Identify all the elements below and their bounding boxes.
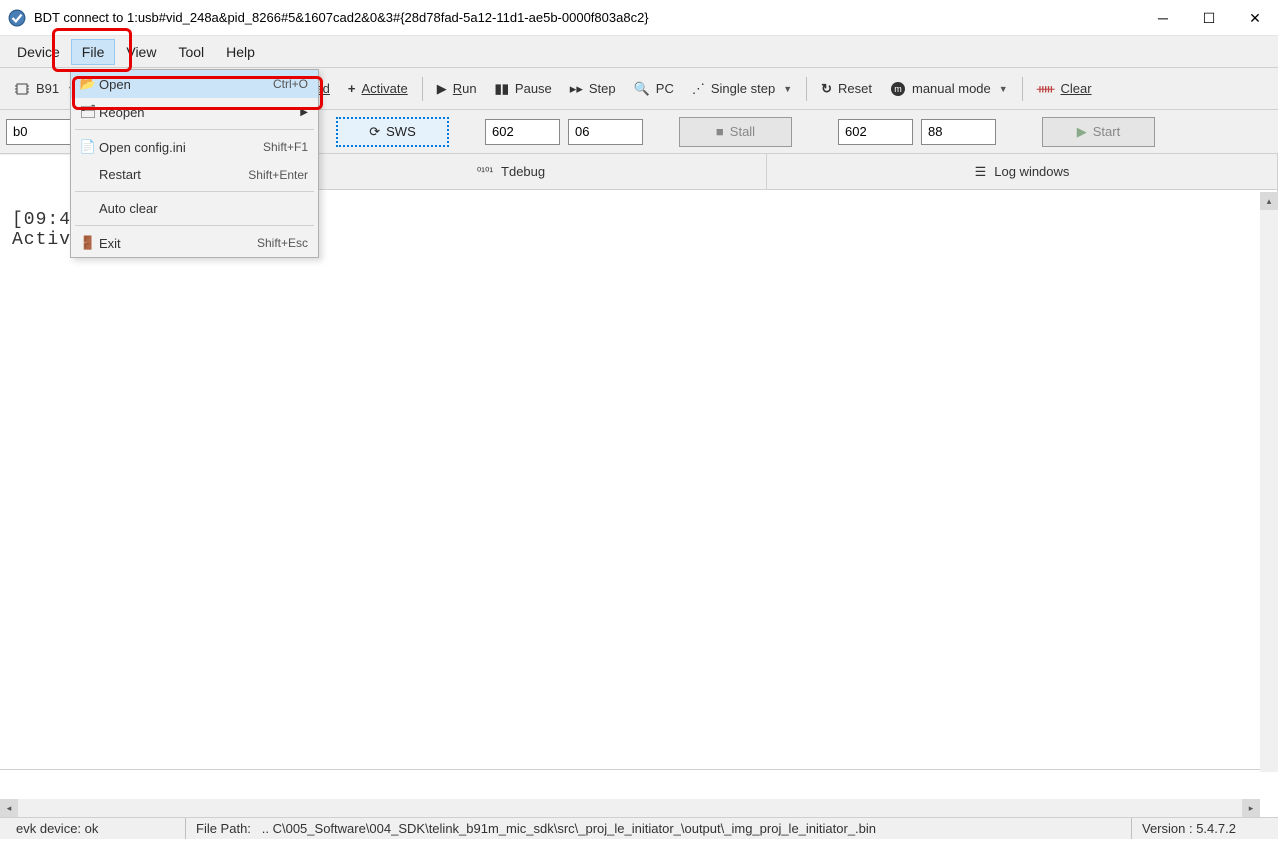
dots-icon: ⋰ bbox=[692, 81, 705, 97]
submenu-arrow-icon: ▶ bbox=[300, 107, 308, 118]
scroll-up-button[interactable]: ▴ bbox=[1260, 192, 1278, 210]
status-device: evk device: ok bbox=[6, 818, 186, 839]
app-icon bbox=[8, 9, 26, 27]
mode-selector[interactable]: m manual mode▼ bbox=[882, 77, 1016, 101]
clear-button[interactable]: ᚔ Clear bbox=[1029, 77, 1100, 101]
stall-button[interactable]: ■ Stall bbox=[679, 117, 792, 147]
clear-icon: ᚔ bbox=[1037, 81, 1055, 97]
addr-input-8[interactable] bbox=[921, 119, 996, 145]
plus-icon: + bbox=[348, 81, 356, 96]
addr-input-7[interactable] bbox=[838, 119, 913, 145]
run-button[interactable]: ▶ Run bbox=[429, 77, 485, 101]
file-menu-auto-clear[interactable]: Auto clear bbox=[71, 195, 318, 222]
stop-icon: ■ bbox=[716, 124, 724, 139]
addr-input-5[interactable] bbox=[485, 119, 560, 145]
minimize-button[interactable]: ─ bbox=[1140, 0, 1186, 36]
content-pane: [09:44:14]: Activate OK! bbox=[0, 190, 1278, 770]
menu-tool[interactable]: Tool bbox=[167, 39, 215, 65]
single-step-button[interactable]: ⋰ Single step▼ bbox=[684, 77, 800, 101]
reset-button[interactable]: ↻ Reset bbox=[813, 77, 880, 101]
file-menu-open[interactable]: 📂 Open Ctrl+O bbox=[71, 70, 318, 98]
scroll-right-button[interactable]: ▸ bbox=[1242, 799, 1260, 817]
menu-view[interactable]: View bbox=[115, 39, 167, 65]
list-icon: ☰ bbox=[975, 164, 987, 180]
chip-icon bbox=[14, 81, 30, 97]
play-icon: ▶ bbox=[437, 81, 447, 97]
chip-label: B91 bbox=[36, 81, 59, 96]
binary-icon: ⁰¹⁰¹ bbox=[477, 165, 493, 178]
menu-file[interactable]: File bbox=[71, 39, 116, 65]
pause-button[interactable]: ▮▮ Pause bbox=[487, 77, 560, 101]
svg-text:m: m bbox=[894, 84, 902, 94]
start-button[interactable]: ▶ Start bbox=[1042, 117, 1155, 147]
close-button[interactable]: ✕ bbox=[1232, 0, 1278, 36]
statusbar: evk device: ok File Path: .. C\005_Softw… bbox=[0, 817, 1278, 839]
folder-open-icon: 📂 bbox=[77, 76, 99, 92]
file-menu-open-config[interactable]: 📄 Open config.ini Shift+F1 bbox=[71, 133, 318, 161]
file-menu-exit[interactable]: 🚪 Exit Shift+Esc bbox=[71, 229, 318, 257]
horizontal-scrollbar[interactable]: ◂ ▸ bbox=[0, 799, 1260, 817]
tab-tdebug[interactable]: ⁰¹⁰¹ Tdebug bbox=[256, 154, 767, 189]
activate-button[interactable]: + Activate bbox=[340, 77, 416, 100]
status-filepath: File Path: .. C\005_Software\004_SDK\tel… bbox=[186, 818, 1132, 839]
status-version: Version : 5.4.7.2 bbox=[1132, 818, 1272, 839]
menubar: Device File View Tool Help bbox=[0, 36, 1278, 68]
menu-device[interactable]: Device bbox=[6, 39, 71, 65]
exit-icon: 🚪 bbox=[77, 235, 99, 251]
reopen-icon: 🗂 bbox=[77, 104, 99, 120]
tab-log-windows[interactable]: ☰ Log windows bbox=[767, 154, 1278, 189]
sws-button[interactable]: ⟳ SWS bbox=[336, 117, 449, 147]
maximize-button[interactable]: ☐ bbox=[1186, 0, 1232, 36]
file-dropdown-menu: 📂 Open Ctrl+O 🗂 Reopen ▶ 📄 Open config.i… bbox=[70, 69, 319, 258]
vertical-scrollbar[interactable]: ▴ bbox=[1260, 192, 1278, 772]
file-menu-restart[interactable]: Restart Shift+Enter bbox=[71, 161, 318, 188]
titlebar: BDT connect to 1:usb#vid_248a&pid_8266#5… bbox=[0, 0, 1278, 36]
step-icon: ▸▸ bbox=[570, 81, 583, 97]
reset-icon: ↻ bbox=[821, 81, 832, 97]
config-icon: 📄 bbox=[77, 139, 99, 155]
window-title: BDT connect to 1:usb#vid_248a&pid_8266#5… bbox=[34, 10, 1270, 25]
refresh-icon: ⟳ bbox=[369, 124, 380, 140]
play-icon: ▶ bbox=[1077, 124, 1087, 140]
pc-button[interactable]: 🔍 PC bbox=[626, 77, 682, 101]
pause-icon: ▮▮ bbox=[495, 81, 509, 97]
addr-input-6[interactable] bbox=[568, 119, 643, 145]
step-button[interactable]: ▸▸ Step bbox=[562, 77, 624, 101]
search-icon: 🔍 bbox=[634, 81, 650, 97]
mode-icon: m bbox=[890, 81, 906, 97]
file-menu-reopen[interactable]: 🗂 Reopen ▶ bbox=[71, 98, 318, 126]
menu-help[interactable]: Help bbox=[215, 39, 266, 65]
scroll-left-button[interactable]: ◂ bbox=[0, 799, 18, 817]
